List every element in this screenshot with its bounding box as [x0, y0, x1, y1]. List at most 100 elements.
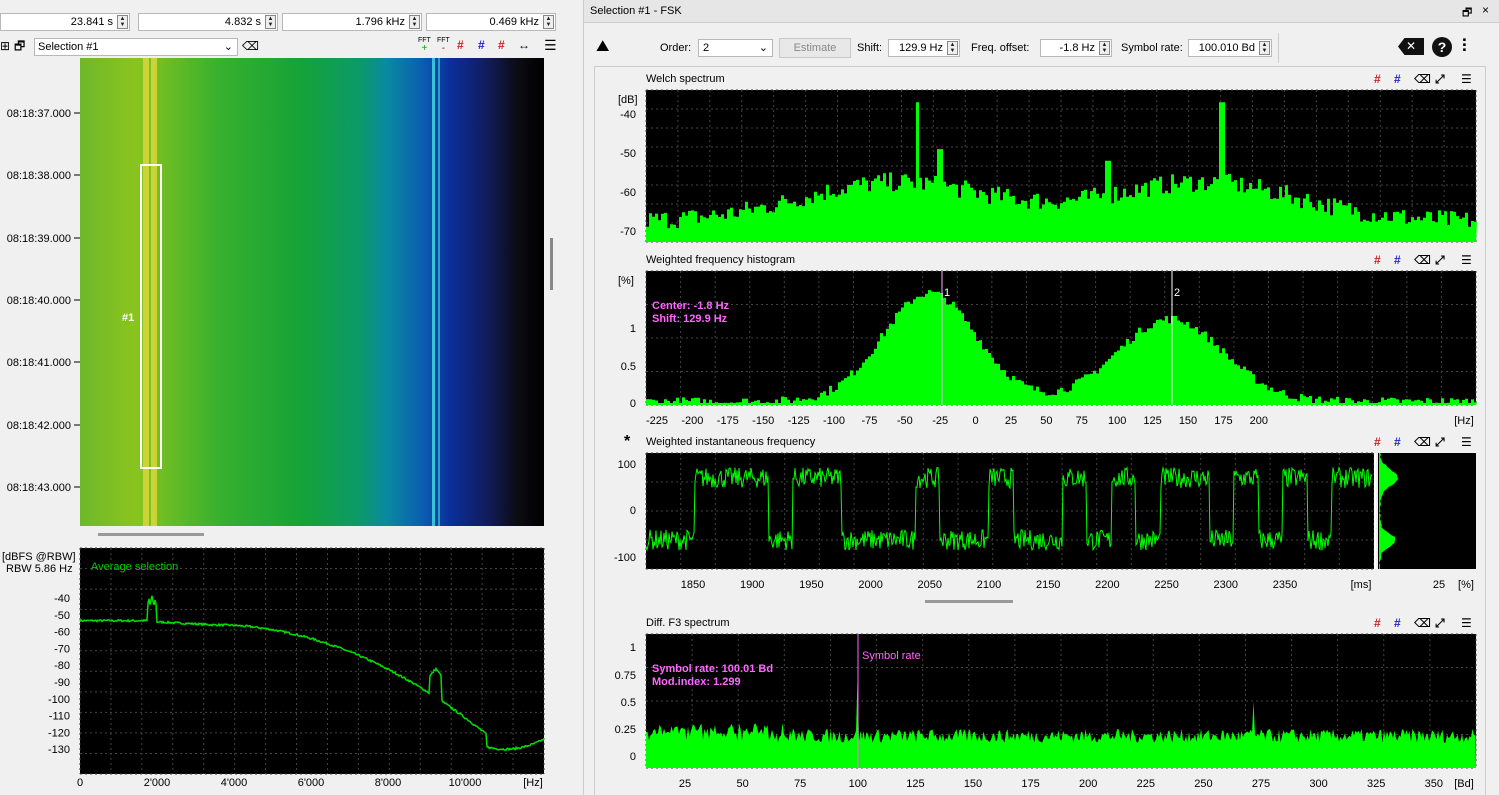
eraser-icon[interactable]: ⌫: [242, 39, 259, 53]
horizontal-splitter[interactable]: [98, 533, 204, 536]
waterfall-time-label: 08:18:43.000: [7, 482, 71, 494]
grid-icon[interactable]: #: [498, 38, 505, 52]
x-tick-label: 1950: [799, 579, 823, 591]
x-tick-label: 100: [1108, 415, 1126, 427]
x-tick-label: 0: [973, 415, 979, 427]
time-start-field[interactable]: 23.841 s ▲ ▼: [0, 13, 130, 31]
menu-icon[interactable]: ☰: [1461, 616, 1472, 630]
inst-freq-plot[interactable]: 100 0 -100 1850 1900 1950 2000 2050 2100 2150 220…: [596, 451, 1480, 594]
freq-offset-spinner[interactable]: ▲ ▼: [1099, 41, 1110, 55]
symbol-rate-value: 100.010 Bd: [1198, 42, 1255, 54]
y-tick-label: -70: [620, 226, 636, 238]
y-tick-label: 0.25: [615, 724, 636, 736]
grid-icon[interactable]: #: [1394, 616, 1401, 630]
x-tick-label: 25: [1005, 415, 1017, 427]
time-span-spinner[interactable]: ▲ ▼: [265, 15, 276, 29]
side-tick: 25: [1433, 579, 1445, 591]
signal-line: [432, 58, 435, 526]
menu-icon[interactable]: ☰: [1461, 253, 1472, 267]
selection-dropdown[interactable]: Selection #1 ⌄: [34, 38, 238, 56]
time-start-spinner[interactable]: ▲ ▼: [117, 15, 128, 29]
close-icon[interactable]: ×: [1482, 3, 1489, 17]
order-dropdown[interactable]: 2 ⌄: [698, 39, 773, 57]
y-tick-label: -80: [54, 660, 70, 672]
grid-icon[interactable]: #: [1394, 253, 1401, 267]
chevron-down-icon: ⌄: [758, 42, 768, 54]
estimate-button[interactable]: Estimate: [779, 38, 851, 58]
waterfall-scrollbar[interactable]: [550, 238, 553, 290]
freq-span-spinner[interactable]: ▲ ▼: [543, 15, 554, 29]
freq-center-value: 1.796 kHz: [355, 16, 405, 28]
x-tick-label: 50: [1040, 415, 1052, 427]
x-tick-label: -75: [861, 415, 877, 427]
waterfall-panel[interactable]: #1 08:18:37.000 08:18:38.000 08:18:39.00…: [0, 58, 560, 528]
grid-icon[interactable]: #: [478, 38, 485, 52]
restore-icon[interactable]: 🗗: [1462, 4, 1472, 23]
fullscreen-icon[interactable]: ⤢: [1435, 435, 1445, 449]
x-tick-label: 10'000: [449, 777, 482, 789]
clear-icon[interactable]: ⌫: [1414, 435, 1431, 449]
freq-span-field[interactable]: 0.469 kHz ▲ ▼: [426, 13, 556, 31]
fullscreen-icon[interactable]: ⤢: [1435, 616, 1445, 630]
x-tick-label: 250: [1194, 778, 1212, 790]
horizontal-resize-icon[interactable]: ↔: [518, 38, 530, 52]
inst-freq-x-unit: [ms]: [1351, 579, 1372, 591]
shift-field[interactable]: 129.9 Hz ▲ ▼: [888, 39, 960, 57]
grid-icon[interactable]: #: [457, 38, 464, 52]
y-tick-label: -120: [48, 727, 70, 739]
x-tick-label: -125: [788, 415, 810, 427]
vertical-splitter[interactable]: [925, 600, 1013, 603]
symbol-rate-field[interactable]: 100.010 Bd ▲ ▼: [1188, 39, 1272, 57]
freq-center-spinner[interactable]: ▲ ▼: [409, 15, 420, 29]
waterfall-time-label: 08:18:39.000: [7, 233, 71, 245]
menu-icon[interactable]: ☰: [1461, 435, 1472, 449]
symbol-rate-spinner[interactable]: ▲ ▼: [1259, 41, 1270, 55]
shift-spinner[interactable]: ▲ ▼: [947, 41, 958, 55]
time-span-field[interactable]: 4.832 s ▲ ▼: [138, 13, 278, 31]
x-tick-label: 2300: [1214, 579, 1238, 591]
y-tick-label: -110: [49, 711, 70, 723]
fullscreen-icon[interactable]: ⤢: [1435, 72, 1445, 86]
freq-center-field[interactable]: 1.796 kHz ▲ ▼: [282, 13, 422, 31]
welch-plot[interactable]: [dB] -40 -50 -60 -70: [596, 88, 1480, 246]
grid-icon[interactable]: #: [1394, 72, 1401, 86]
add-selection-icon[interactable]: ⊞: [0, 39, 10, 53]
diff-f3-plot[interactable]: Symbol rate Symbol rate: 100.01 Bd Mod.i…: [596, 632, 1480, 795]
freq-offset-field[interactable]: -1.8 Hz ▲ ▼: [1040, 39, 1112, 57]
histogram-plot[interactable]: 1 2 Center: -1.8 Hz Shift: 129.9 Hz [%] …: [596, 269, 1480, 429]
clear-icon[interactable]: ⌫: [1414, 616, 1431, 630]
x-tick-label: 200: [1250, 415, 1268, 427]
clear-icon[interactable]: ⌫: [1414, 253, 1431, 267]
grid-icon[interactable]: #: [1374, 435, 1381, 449]
side-histogram-bg: [1378, 453, 1476, 569]
fullscreen-icon[interactable]: ⤢: [1435, 253, 1445, 267]
grid-icon[interactable]: #: [1374, 616, 1381, 630]
menu-icon[interactable]: ☰: [544, 38, 557, 52]
fft-minus-button[interactable]: FFT -: [437, 37, 450, 54]
x-tick-label: 1850: [681, 579, 705, 591]
grid-icon[interactable]: #: [1374, 253, 1381, 267]
x-tick-label: 50: [736, 778, 748, 790]
star-marker[interactable]: *: [624, 433, 630, 451]
y-tick-label: 0: [630, 751, 636, 763]
x-tick-label: 2000: [858, 579, 882, 591]
signal-line: [438, 58, 440, 526]
menu-icon[interactable]: ☰: [1461, 72, 1472, 86]
symbol-rate-marker-label: Symbol rate: [862, 650, 921, 662]
waterfall-time-label: 08:18:37.000: [7, 108, 71, 120]
settings-sliders-icon[interactable]: ⫶: [1462, 36, 1467, 57]
waterfall-time-label: 08:18:42.000: [7, 420, 71, 432]
avg-spectrum-plot[interactable]: Average selection -40 -50 -60 -70 -80 -90 -100…: [0, 546, 560, 795]
grid-icon[interactable]: #: [1394, 435, 1401, 449]
window-icon[interactable]: 🗗: [14, 39, 25, 53]
y-tick-label: -40: [54, 593, 70, 605]
welch-unit: [dB]: [618, 94, 638, 106]
spectrum-peak-icon[interactable]: ⛰: [596, 38, 609, 56]
selection-dropdown-value: Selection #1: [38, 41, 99, 53]
clear-icon[interactable]: ⌫: [1414, 72, 1431, 86]
x-tick-label: 75: [1076, 415, 1088, 427]
help-icon[interactable]: ?: [1432, 37, 1452, 57]
x-tick-label: -225: [646, 415, 668, 427]
fft-plus-button[interactable]: FFT +: [418, 37, 431, 54]
grid-icon[interactable]: #: [1374, 72, 1381, 86]
